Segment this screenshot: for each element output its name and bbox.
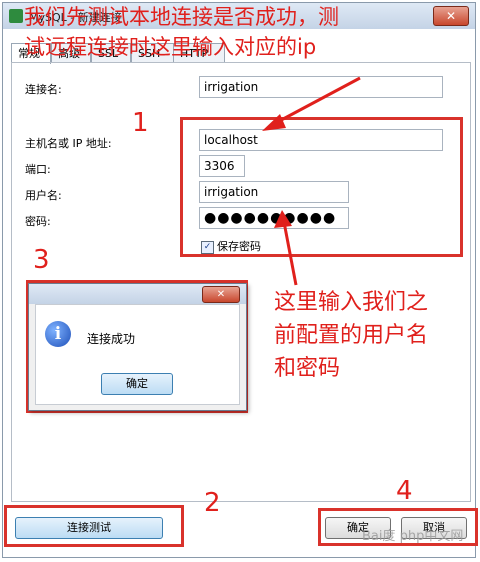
annotation-arrows (262, 76, 361, 286)
arrow-to-host-field (262, 76, 361, 131)
watermark: Bai度 php中文网 (362, 529, 464, 544)
arrow-to-password-field (274, 210, 298, 286)
